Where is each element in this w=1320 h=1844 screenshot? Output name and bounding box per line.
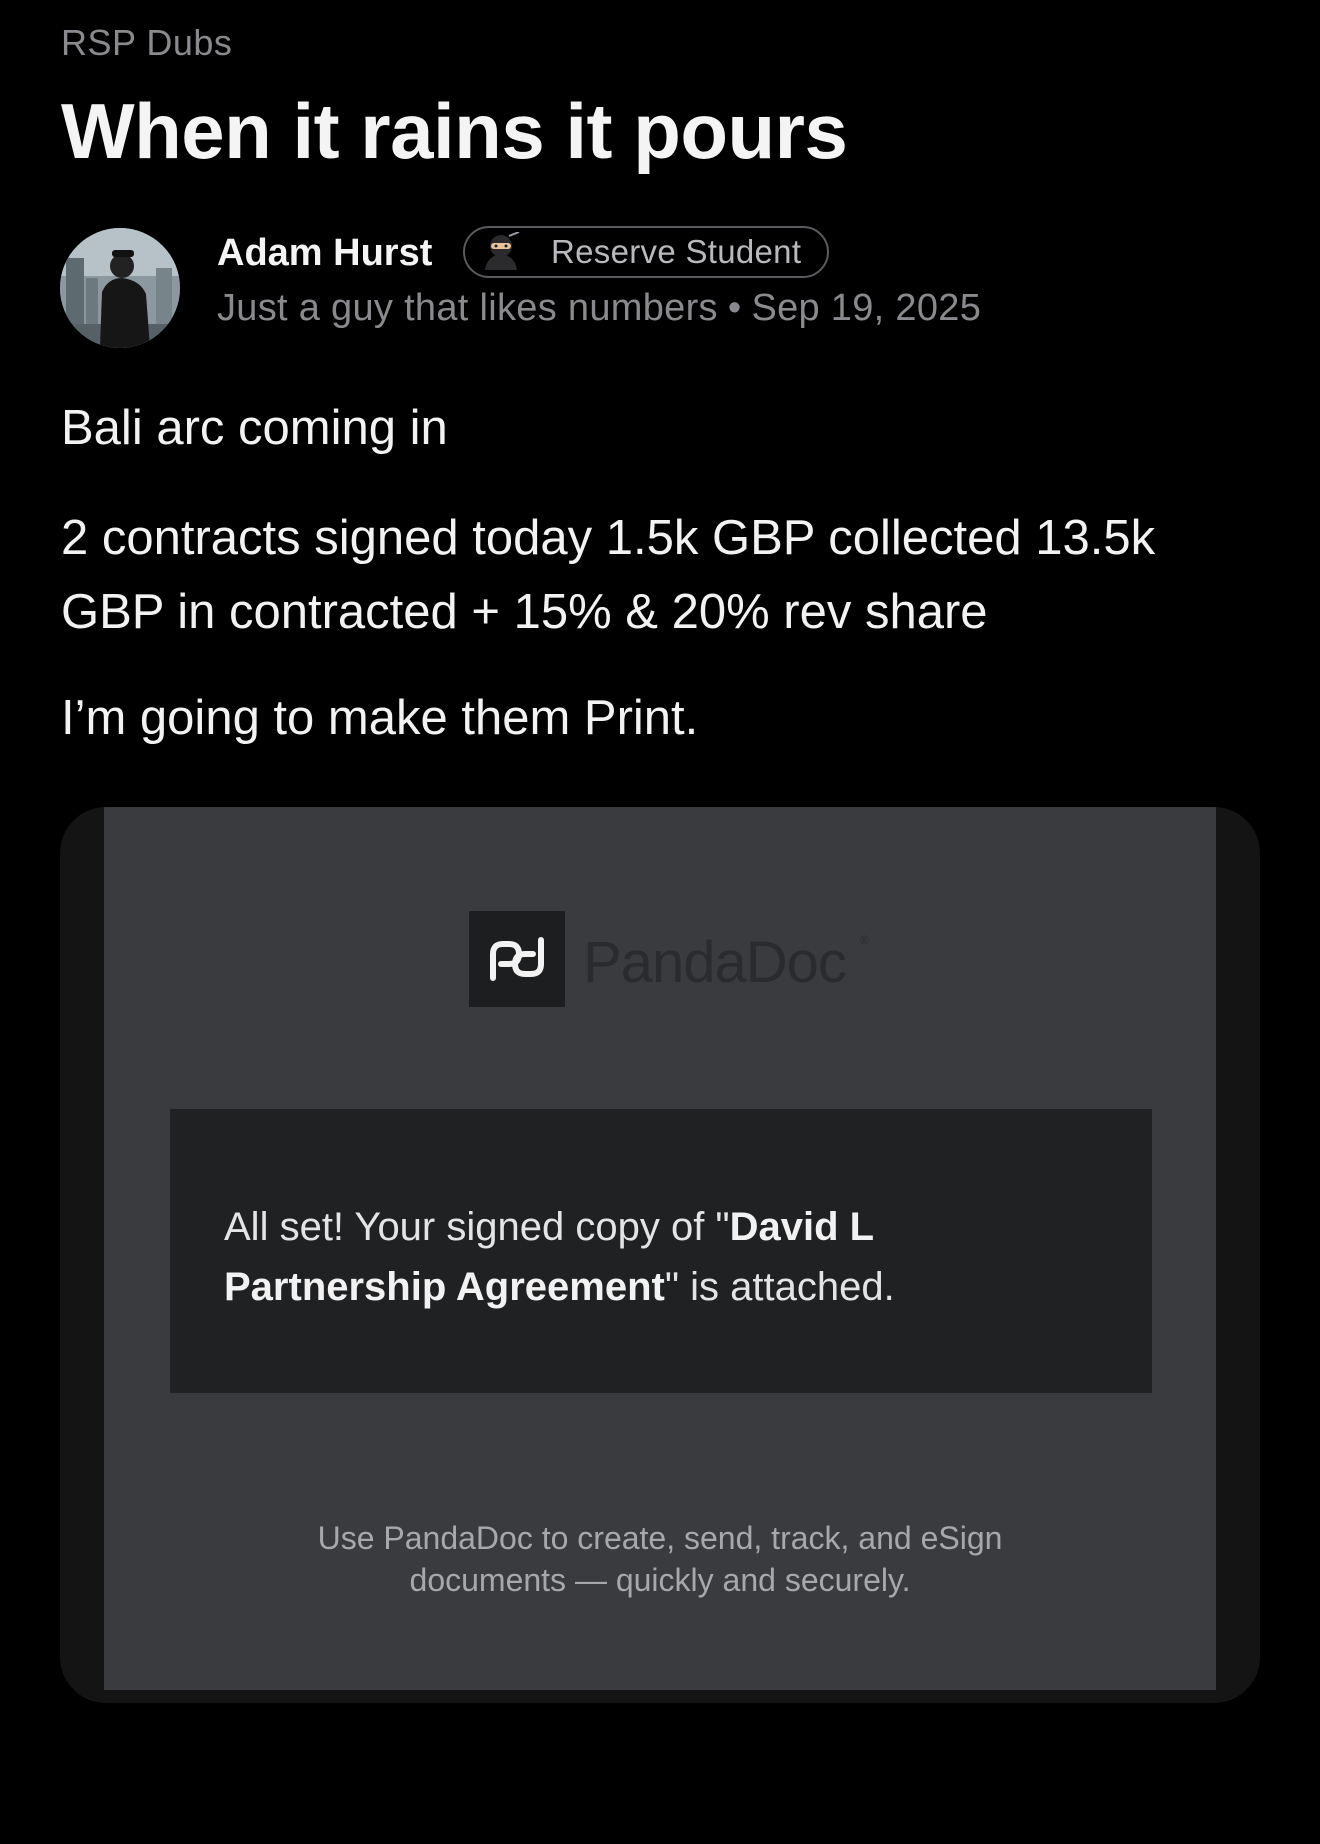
post-title: When it rains it pours — [61, 87, 848, 175]
message-box: All set! Your signed copy of "David L Pa… — [170, 1109, 1152, 1393]
meta-separator: • — [727, 287, 742, 329]
avatar[interactable] — [60, 228, 180, 348]
post-paragraph: I’m going to make them Print. — [61, 691, 699, 745]
post-meta: Just a guy that likes numbers • Sep 19, 20… — [217, 287, 981, 330]
attached-image[interactable]: PandaDoc ® All set! Your signed copy of … — [60, 807, 1260, 1703]
post-category[interactable]: RSP Dubs — [61, 22, 232, 64]
author-bio: Just a guy that likes numbers — [217, 287, 718, 329]
post-date: Sep 19, 2025 — [751, 287, 982, 329]
role-badge: Reserve Student — [463, 226, 829, 278]
footer-line: Use PandaDoc to create, send, track, and… — [317, 1520, 1003, 1556]
email-screenshot: PandaDoc ® All set! Your signed copy of … — [104, 807, 1216, 1690]
badge-label: Reserve Student — [551, 233, 802, 270]
email-footer: Use PandaDoc to create, send, track, and… — [104, 1517, 1216, 1601]
trademark-symbol: ® — [860, 933, 869, 947]
footer-line: documents — quickly and securely. — [409, 1562, 911, 1598]
author-name[interactable]: Adam Hurst — [217, 232, 432, 275]
post-paragraph: Bali arc coming in — [61, 401, 448, 455]
pandadoc-logo-icon — [469, 911, 565, 1007]
ninja-icon — [479, 232, 523, 272]
pandadoc-wordmark: PandaDoc — [583, 930, 847, 995]
signed-message: All set! Your signed copy of "David L Pa… — [224, 1197, 1104, 1317]
message-prefix: All set! Your signed copy of " — [224, 1205, 730, 1249]
message-suffix: " is attached. — [664, 1265, 895, 1309]
post-paragraph: 2 contracts signed today 1.5k GBP collec… — [61, 511, 1156, 639]
